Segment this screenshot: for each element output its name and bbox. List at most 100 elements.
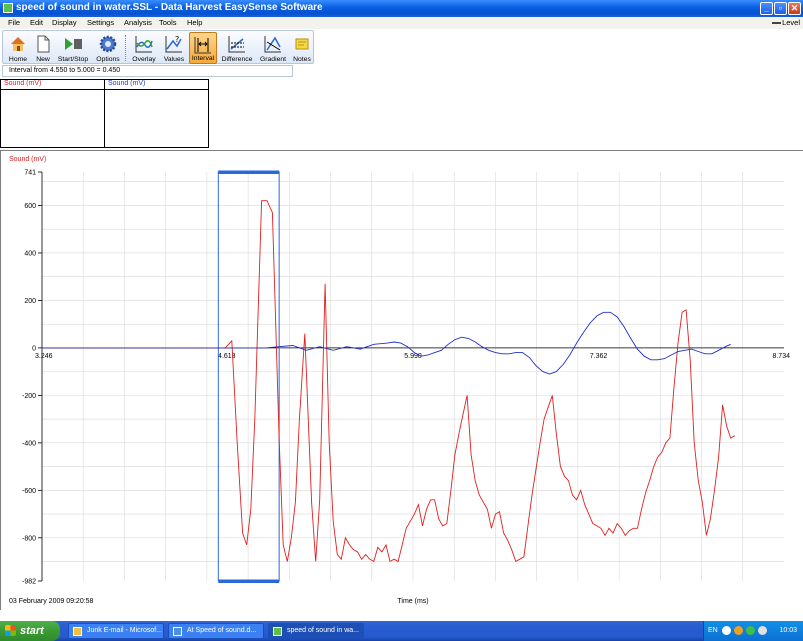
menu-analysis[interactable]: Analysis [124, 18, 152, 27]
values-icon: ? [165, 35, 182, 53]
difference-label: Difference [221, 56, 253, 63]
interval-top-handle[interactable] [218, 170, 280, 175]
y-tick-label: -800 [22, 535, 36, 542]
values-label: Values [163, 56, 185, 63]
home-icon [11, 37, 25, 51]
y-axis-label: Sound (mV) [9, 156, 46, 163]
y-tick-label: 400 [24, 250, 36, 257]
difference-icon [228, 36, 245, 53]
y-tick-label: 200 [24, 298, 36, 305]
start-stop-button[interactable]: Start/Stop [55, 32, 91, 64]
gear-icon [99, 35, 117, 53]
menu-display[interactable]: Display [52, 18, 77, 27]
gradient-button[interactable]: Gradient [257, 32, 289, 64]
value-box-label: Sound (mV) [105, 80, 208, 90]
notes-icon [295, 38, 309, 50]
graph-panel[interactable]: 741 600 400 200 0 -200 -400 -600 -800 -982 3.246 4.… [0, 150, 803, 610]
close-button[interactable]: ✕ [788, 2, 801, 15]
interval-label: Interval [191, 55, 215, 62]
y-tick-label: 600 [24, 203, 36, 210]
line-chart[interactable]: 7416004002000-200-400-600-800-9823.246 4.… [1, 151, 803, 611]
minimize-button[interactable]: _ [760, 2, 773, 15]
value-box-label: Sound (mV) [1, 80, 104, 90]
window-titlebar[interactable]: speed of sound in water.SSL - Data Harve… [0, 0, 803, 17]
level-icon [772, 22, 782, 25]
menu-settings[interactable]: Settings [87, 18, 114, 27]
x-axis-label: Time (ms) [397, 598, 428, 605]
windows-flag-icon [5, 625, 16, 636]
taskbar: start Junk E-mail - Microsof... At Speed… [0, 621, 803, 641]
taskbar-item-speed-doc[interactable]: At Speed of sound.d... [168, 623, 264, 639]
word-icon [173, 627, 182, 636]
menu-help[interactable]: Help [187, 18, 202, 27]
menu-tools[interactable]: Tools [159, 18, 177, 27]
home-label: Home [8, 56, 28, 63]
maximize-button[interactable]: ▫ [774, 2, 787, 15]
y-tick-label: 0 [32, 345, 36, 352]
y-tick-label: -400 [22, 440, 36, 447]
tray-network-icon[interactable] [746, 626, 755, 635]
gradient-icon [264, 36, 281, 53]
options-label: Options [96, 56, 120, 63]
level-label: Level [782, 18, 800, 27]
interval-text: Interval from 4.550 to 5.000 = 0.450 [9, 67, 121, 74]
language-indicator[interactable]: EN [708, 627, 718, 634]
overlay-button[interactable]: Overlay [129, 32, 159, 64]
x-tick-label: 7.362 [590, 353, 608, 360]
system-tray: EN 10:03 [703, 621, 803, 641]
notes-button[interactable]: Notes [291, 32, 313, 64]
y-tick-label: -982 [22, 579, 36, 586]
x-tick-label: 3.246 [35, 353, 53, 360]
menu-bar: File Edit Display Settings Analysis Tool… [0, 17, 803, 29]
new-button[interactable]: New [33, 32, 53, 64]
value-box-blue[interactable]: Sound (mV) [104, 79, 209, 148]
start-label: start [20, 625, 44, 637]
task-label: speed of sound in wa... [287, 627, 359, 634]
new-document-icon [37, 35, 50, 53]
main-toolbar: Home New Start/Stop Options Overlay ? Va… [2, 30, 314, 64]
values-button[interactable]: ? Values [161, 32, 187, 64]
x-tick-label: 5.990 [404, 353, 422, 360]
x-tick-label: 8.734 [772, 353, 790, 360]
difference-button[interactable]: Difference [219, 32, 255, 64]
menu-edit[interactable]: Edit [30, 18, 43, 27]
start-button[interactable]: start [0, 621, 60, 641]
interval-bottom-handle[interactable] [218, 579, 280, 584]
tray-volume-icon[interactable] [758, 626, 767, 635]
overlay-icon [135, 36, 153, 53]
tray-app-icon[interactable] [734, 626, 743, 635]
taskbar-item-easysense[interactable]: speed of sound in wa... [268, 623, 364, 639]
interval-icon [194, 37, 211, 54]
menu-file[interactable]: File [8, 18, 20, 27]
y-tick-label: -200 [22, 393, 36, 400]
interval-status: Interval from 4.550 to 5.000 = 0.450 [2, 65, 293, 77]
interval-button[interactable]: Interval [189, 32, 217, 64]
value-box-red[interactable]: Sound (mV) [0, 79, 105, 148]
y-tick-label: 741 [24, 170, 36, 177]
tray-arrow-icon[interactable] [722, 626, 731, 635]
interval-box[interactable] [217, 171, 280, 582]
series-line-red[interactable] [42, 200, 736, 563]
new-label: New [36, 56, 50, 63]
home-button[interactable]: Home [5, 32, 31, 64]
toolbar-separator [125, 35, 126, 61]
level-button[interactable]: Level [772, 18, 800, 27]
taskbar-item-junk-email[interactable]: Junk E-mail - Microsof... [68, 623, 164, 639]
start-stop-icon [65, 38, 82, 50]
app-icon [3, 3, 13, 13]
gradient-label: Gradient [259, 56, 287, 63]
notes-label: Notes [293, 56, 311, 63]
overlay-label: Overlay [132, 56, 156, 63]
start-stop-label: Start/Stop [57, 56, 89, 63]
series-line-blue[interactable] [42, 311, 731, 375]
task-label: At Speed of sound.d... [187, 627, 257, 634]
easysense-icon [273, 627, 282, 636]
clock: 10:03 [779, 627, 797, 634]
outlook-icon [73, 627, 82, 636]
task-label: Junk E-mail - Microsof... [87, 627, 163, 634]
date-stamp: 03 February 2009 09:20:58 [9, 598, 94, 605]
y-tick-label: -600 [22, 488, 36, 495]
options-button[interactable]: Options [93, 32, 123, 64]
window-title: speed of sound in water.SSL - Data Harve… [16, 2, 323, 13]
svg-text:?: ? [175, 35, 179, 44]
